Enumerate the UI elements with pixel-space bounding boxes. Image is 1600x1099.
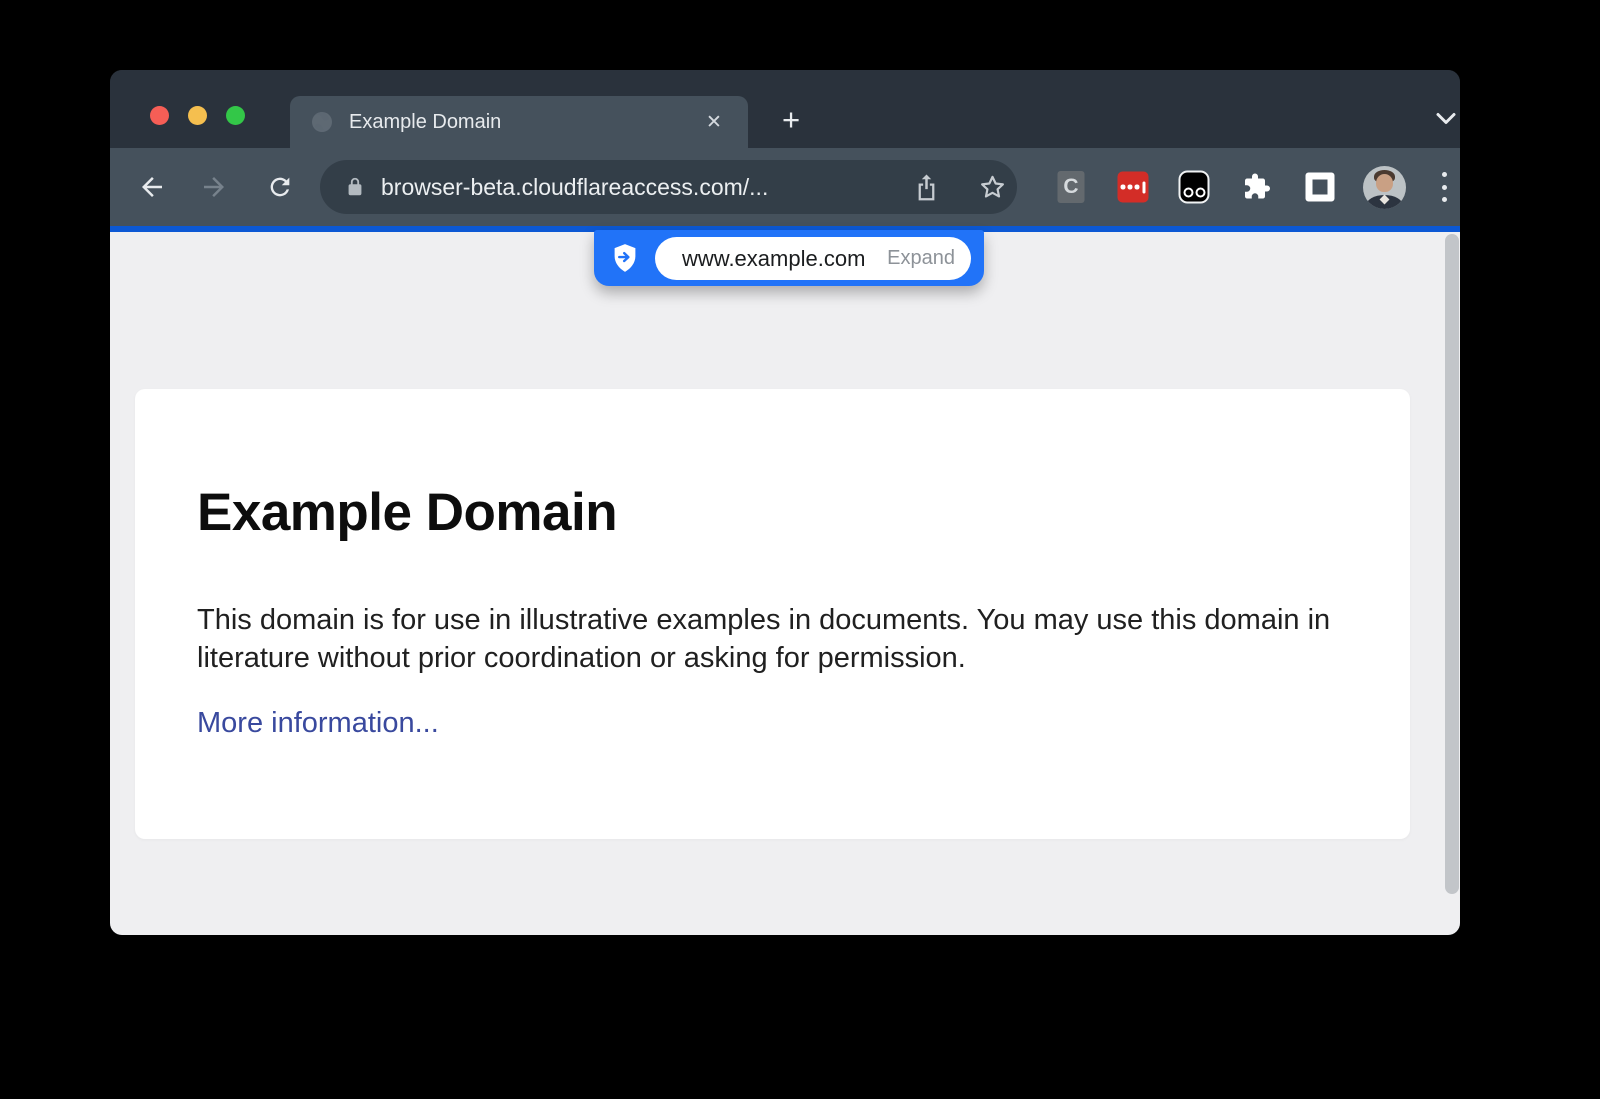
browser-window: Example Domain ✕ + browser-beta.cloudfla… (110, 70, 1460, 935)
more-information-link[interactable]: More information... (197, 707, 439, 740)
url-bar[interactable]: browser-beta.cloudflareaccess.com/... (320, 160, 1017, 214)
bookmark-star-icon[interactable] (978, 173, 1007, 202)
expand-button[interactable]: Expand (887, 247, 955, 270)
page-viewport: www.example.com Expand Example Domain Th… (110, 232, 1460, 935)
avatar-face (1376, 174, 1393, 192)
tab-close-button[interactable]: ✕ (700, 108, 728, 136)
tab-title: Example Domain (349, 111, 700, 134)
tab-strip: Example Domain ✕ + (110, 70, 1460, 148)
lock-icon (344, 175, 366, 199)
vertical-scrollbar[interactable] (1445, 234, 1459, 894)
tab-example-domain[interactable]: Example Domain ✕ (290, 96, 748, 148)
forward-button[interactable] (192, 165, 236, 209)
globe-favicon-icon (310, 110, 334, 134)
chrome-menu-icon[interactable] (1434, 172, 1454, 202)
page-title: Example Domain (197, 481, 617, 545)
back-button[interactable] (130, 165, 174, 209)
extensions-puzzle-icon[interactable] (1241, 172, 1271, 202)
isolation-shield-icon (611, 243, 639, 273)
frame-extension-icon[interactable] (1306, 173, 1335, 202)
close-window-button[interactable] (150, 106, 169, 125)
isolation-banner: www.example.com Expand (594, 230, 984, 286)
page-paragraph: This domain is for use in illustrative e… (197, 601, 1352, 677)
glasses-extension-icon[interactable] (1179, 171, 1210, 204)
isolation-host-pill[interactable]: www.example.com Expand (655, 237, 971, 280)
example-domain-card: Example Domain This domain is for use in… (135, 389, 1410, 839)
new-tab-button[interactable]: + (772, 102, 810, 140)
zoom-window-button[interactable] (226, 106, 245, 125)
profile-avatar[interactable] (1363, 166, 1406, 209)
extension-c-icon[interactable]: C (1058, 171, 1085, 203)
isolated-hostname: www.example.com (682, 246, 865, 272)
tab-search-chevron-icon[interactable] (1435, 112, 1457, 126)
traffic-lights (150, 106, 245, 125)
reload-button[interactable] (258, 165, 302, 209)
share-icon[interactable] (913, 173, 940, 203)
toolbar: browser-beta.cloudflareaccess.com/... C (110, 148, 1460, 226)
lastpass-extension-icon[interactable] (1118, 172, 1149, 203)
minimize-window-button[interactable] (188, 106, 207, 125)
